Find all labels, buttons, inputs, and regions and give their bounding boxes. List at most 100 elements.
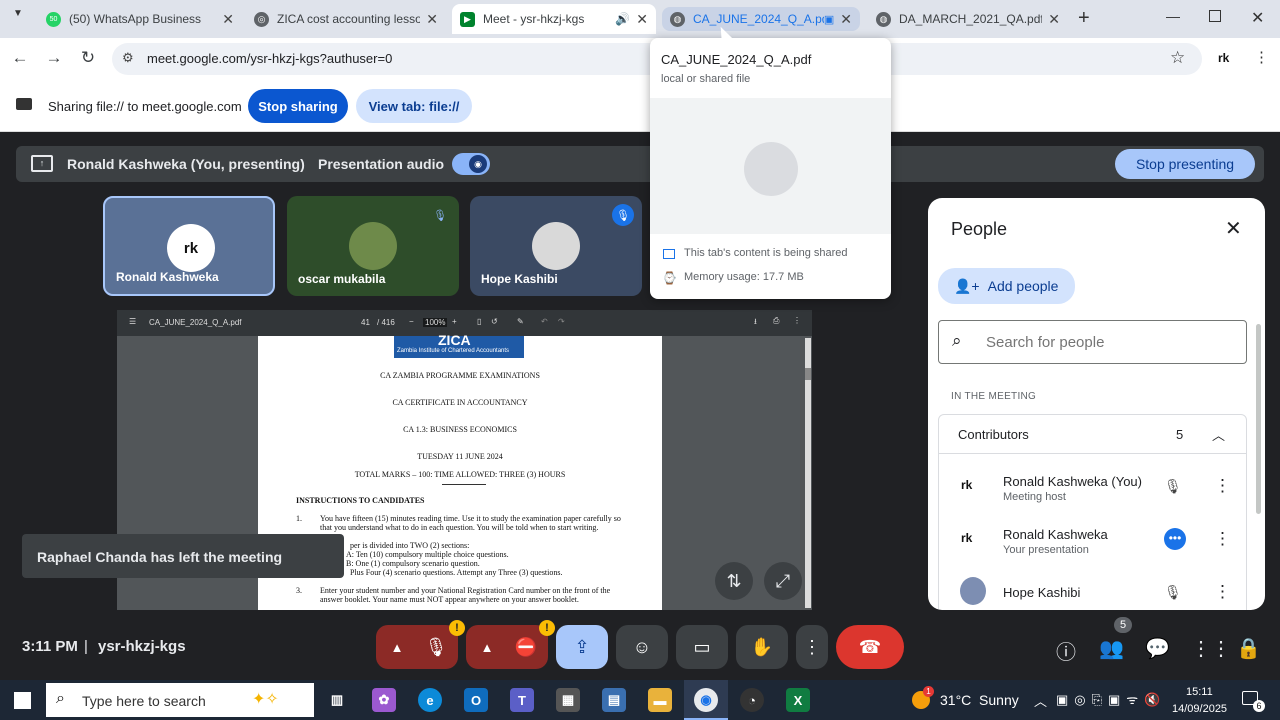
add-person-icon: 👤+ [954, 277, 980, 294]
warning-icon: ! [449, 620, 465, 636]
tray-overflow-icon[interactable]: ︿ [1034, 691, 1047, 710]
participant-tile[interactable]: rk Ronald Kashweka [103, 196, 275, 296]
chevron-up-icon[interactable]: ︿ [1212, 425, 1225, 444]
instruction-item: A: Ten (10) compulsory multiple choice q… [346, 550, 509, 559]
windows-start-icon[interactable] [14, 692, 31, 709]
present-now-button[interactable]: ⇪ [556, 625, 608, 669]
more-options-icon[interactable]: ⋮ [1214, 529, 1231, 549]
browser-menu-icon[interactable]: ⋮ [1254, 48, 1269, 66]
list-item[interactable]: rk Ronald Kashweka (You) Meeting host 🎙 … [928, 463, 1248, 513]
host-controls-icon[interactable]: 🔒 [1236, 636, 1261, 661]
zoom-level[interactable]: 100% [423, 318, 448, 327]
activities-icon[interactable]: ⋮⋮ [1191, 636, 1231, 661]
tab-search-button[interactable]: ▼ [6, 8, 30, 30]
close-tab-icon[interactable]: ✕ [222, 11, 234, 28]
raise-hand-button[interactable]: ✋ [736, 625, 788, 669]
leave-call-button[interactable]: ☎ [836, 625, 904, 669]
tab-title: ZICA cost accounting lesson [277, 12, 421, 26]
excel-icon[interactable]: X [786, 688, 810, 712]
calculator-icon[interactable]: ▦ [556, 688, 580, 712]
pdf-scrollbar[interactable] [805, 338, 811, 608]
print-icon[interactable]: ⎙ [773, 316, 779, 326]
stop-sharing-button[interactable]: Stop sharing [248, 89, 348, 123]
site-info-icon[interactable]: ⚙ [122, 50, 134, 66]
close-tab-icon[interactable]: ✕ [840, 11, 852, 28]
scroll-thumb[interactable] [805, 368, 811, 380]
profile-avatar[interactable]: rk [1218, 51, 1229, 65]
chrome-icon[interactable]: ◉ [694, 688, 718, 712]
task-view-icon[interactable]: ▥ [325, 688, 349, 712]
search-people-input[interactable] [986, 329, 1226, 355]
meeting-info-icon[interactable]: ⓘ [1056, 636, 1076, 665]
taskbar-search-box[interactable]: ⌕ Type here to search ✦✧ [46, 683, 314, 717]
mic-options-button[interactable]: ▲ [376, 625, 418, 669]
annotate-icon[interactable]: ✎ [517, 317, 524, 326]
tab-zica-lesson[interactable]: ◎ ZICA cost accounting lesson ✕ [246, 4, 446, 34]
close-window-button[interactable]: ✕ [1251, 8, 1264, 28]
audio-playing-icon[interactable]: 🔊 [615, 12, 630, 26]
tab-meet[interactable]: ▶ Meet - ysr-hkzj-kgs 🔊 ✕ [452, 4, 656, 34]
mic-toggle-button[interactable]: 🎙 ! [414, 620, 465, 669]
copilot-icon[interactable]: ✿ [372, 688, 396, 712]
list-item[interactable]: Hope Kashibi 🎙 ⋮ [928, 569, 1248, 610]
pdf-menu-icon[interactable]: ☰ [129, 317, 136, 326]
outlook-icon[interactable]: O [464, 688, 488, 712]
close-panel-icon[interactable]: ✕ [1225, 216, 1242, 241]
minimize-button[interactable]: — [1166, 8, 1180, 24]
fit-page-icon[interactable]: ▯ [477, 317, 481, 326]
add-people-button[interactable]: 👤+ Add people [938, 268, 1075, 304]
participant-tile[interactable]: 🎙 oscar mukabila [287, 196, 459, 296]
download-icon[interactable]: ⭳ [754, 316, 757, 330]
panel-scrollbar[interactable] [1256, 324, 1261, 514]
close-tab-icon[interactable]: ✕ [1048, 11, 1060, 28]
tab-title: CA_JUNE_2024_Q_A.pdf [693, 12, 824, 26]
search-people-box[interactable]: ⌕ [938, 320, 1247, 364]
pdf-more-icon[interactable]: ⋮ [793, 316, 801, 325]
whatsapp-icon: 50 [46, 11, 61, 27]
stop-presenting-button[interactable]: Stop presenting [1115, 149, 1255, 179]
bookmark-star-icon[interactable]: ☆ [1170, 48, 1185, 68]
zoom-out-button[interactable]: − [409, 317, 414, 326]
close-tab-icon[interactable]: ✕ [426, 11, 438, 28]
back-button[interactable]: ← [9, 48, 31, 68]
tray-icons[interactable]: ▣◎⎘▣ᯤ🔇 [1056, 690, 1166, 708]
teams-icon[interactable]: T [510, 688, 534, 712]
rotate-icon[interactable]: ↺ [491, 317, 498, 326]
more-options-icon[interactable]: ⋮ [1214, 582, 1231, 602]
emoji-button[interactable]: ☺ [616, 625, 668, 669]
presentation-audio-toggle[interactable]: ◉ [452, 153, 490, 175]
maximize-button[interactable] [1209, 10, 1221, 22]
zoom-in-button[interactable]: + [452, 317, 457, 326]
file-explorer-icon[interactable]: ▬ [648, 688, 672, 712]
participant-tile[interactable]: 🎙 Hope Kashibi [470, 196, 642, 296]
clock-time[interactable]: 15:11 [1186, 686, 1213, 698]
camera-toggle-button[interactable]: ⛔ ! [504, 620, 555, 669]
tab-ca-june-pdf[interactable]: ◍ CA_JUNE_2024_Q_A.pdf ▣ ✕ [662, 7, 860, 31]
chat-icon[interactable]: 💬 [1145, 636, 1170, 661]
tab-da-march-pdf[interactable]: ◍ DA_MARCH_2021_QA.pdf ✕ [868, 4, 1068, 34]
new-tab-button[interactable]: + [1078, 7, 1090, 30]
screen-recorder-icon[interactable]: ◔ [740, 688, 764, 712]
reload-button[interactable]: ↻ [77, 48, 99, 68]
close-tab-icon[interactable]: ✕ [636, 11, 648, 28]
forward-button[interactable]: → [43, 48, 65, 68]
more-options-button[interactable]: ⋮ [796, 625, 828, 669]
weather-text[interactable]: 31°C Sunny [940, 692, 1019, 708]
more-options-icon[interactable]: ⋮ [1214, 476, 1231, 496]
view-tab-button[interactable]: View tab: file:// [356, 89, 472, 123]
tab-whatsapp[interactable]: 50 (50) WhatsApp Business ✕ [38, 4, 242, 34]
edge-icon[interactable]: e [418, 688, 442, 712]
file-manager-icon[interactable]: ▤ [602, 688, 626, 712]
fullscreen-button[interactable]: ⤢ [764, 562, 802, 600]
redo-icon[interactable]: ↷ [558, 317, 565, 326]
clock-date[interactable]: 14/09/2025 [1172, 703, 1227, 715]
page-number-input[interactable]: 41 [361, 318, 370, 327]
camera-options-button[interactable]: ▲ [466, 625, 508, 669]
contributors-group[interactable]: Contributors 5 ︿ [938, 414, 1247, 454]
list-item[interactable]: rk Ronald Kashweka Your presentation •••… [928, 516, 1248, 566]
captions-button[interactable]: ▭ [676, 625, 728, 669]
swap-layout-button[interactable]: ⇅ [715, 562, 753, 600]
undo-icon[interactable]: ↶ [541, 317, 548, 326]
url-text[interactable]: meet.google.com/ysr-hkzj-kgs?authuser=0 [147, 51, 392, 66]
people-icon[interactable]: 👥 [1099, 636, 1124, 661]
